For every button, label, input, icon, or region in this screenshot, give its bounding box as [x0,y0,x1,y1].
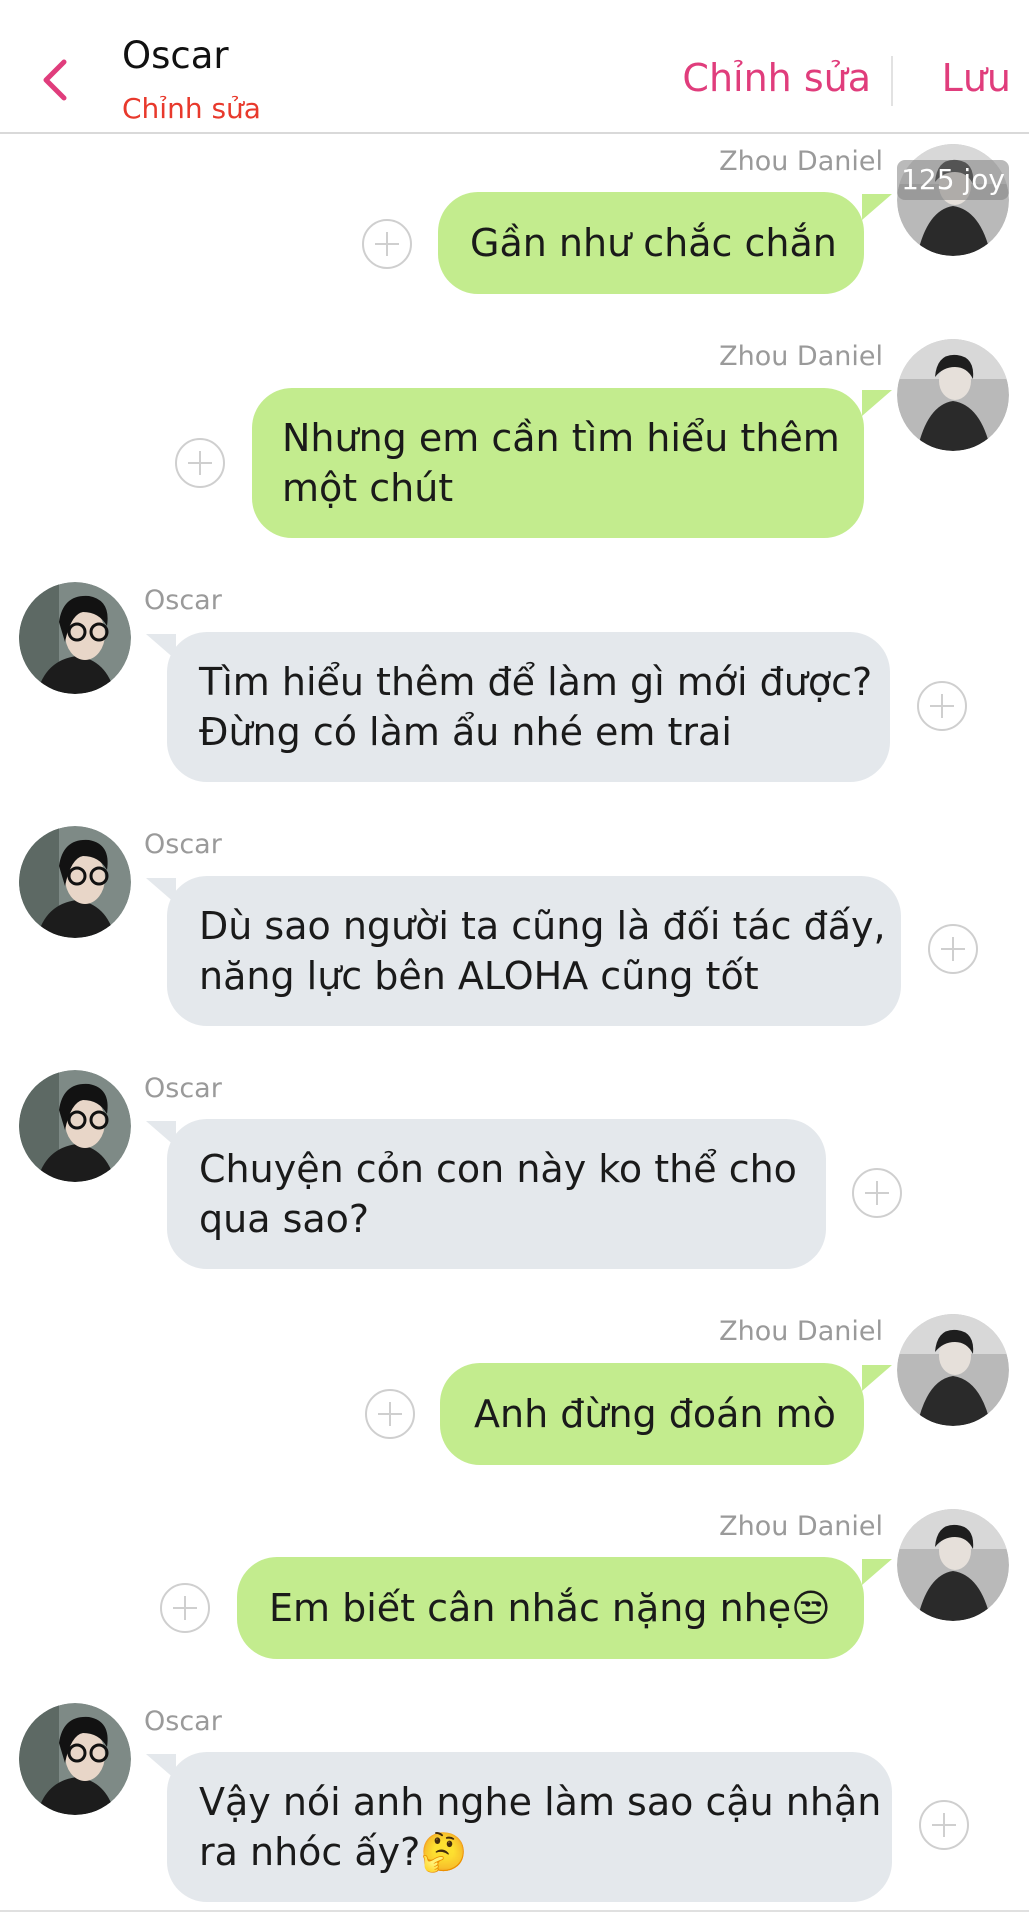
sender-name: Oscar [144,1706,222,1737]
avatar-oscar[interactable] [19,1070,131,1182]
sender-name: Oscar [144,1073,222,1104]
chat-subtitle: Chỉnh sửa [122,92,261,125]
add-reaction-icon[interactable] [365,1389,415,1439]
sender-name: Zhou Daniel [719,341,883,372]
back-button[interactable] [30,52,80,108]
avatar-oscar[interactable] [19,826,131,938]
bubble-tail [862,1365,892,1391]
avatar-oscar[interactable] [19,582,131,694]
save-button[interactable]: Lưu [942,56,1011,100]
message-bubble-outgoing[interactable]: Nhưng em cần tìm hiểu thêm một chút [252,388,864,538]
edit-button[interactable]: Chỉnh sửa [682,56,871,100]
sender-name: Zhou Daniel [719,1511,883,1542]
avatar-zhou-daniel[interactable] [897,1314,1009,1426]
chevron-left-icon [43,59,67,101]
message-bubble-outgoing[interactable]: Gần như chắc chắn [438,192,864,294]
sender-name: Zhou Daniel [719,146,883,177]
message-bubble-incoming[interactable]: Tìm hiểu thêm để làm gì mới được? Đừng c… [167,632,890,782]
message-bubble-outgoing[interactable]: Anh đừng đoán mò [440,1363,864,1465]
sender-name: Oscar [144,829,222,860]
sender-name: Oscar [144,585,222,616]
chat-title: Oscar [122,34,229,77]
bubble-tail [862,194,892,220]
add-reaction-icon[interactable] [928,924,978,974]
add-reaction-icon[interactable] [852,1168,902,1218]
add-reaction-icon[interactable] [362,219,412,269]
add-reaction-icon[interactable] [917,681,967,731]
chat-screen: Oscar Chỉnh sửa Chỉnh sửa Lưu Zhou Danie… [0,0,1029,1920]
add-reaction-icon[interactable] [175,438,225,488]
message-bubble-outgoing[interactable]: Em biết cân nhắc nặng nhẹ😒 [237,1557,864,1659]
message-bubble-incoming[interactable]: Vậy nói anh nghe làm sao cậu nhận ra nhó… [167,1752,892,1902]
message-bubble-incoming[interactable]: Chuyện cỏn con này ko thể cho qua sao? [167,1119,826,1269]
bottom-divider [0,1910,1029,1912]
avatar-zhou-daniel[interactable] [897,1509,1009,1621]
bubble-tail [862,390,892,416]
joy-badge: 125 joy [897,160,1009,200]
avatar-zhou-daniel[interactable] [897,339,1009,451]
avatar-oscar[interactable] [19,1703,131,1815]
sender-name: Zhou Daniel [719,1316,883,1347]
header-bar: Oscar Chỉnh sửa Chỉnh sửa Lưu [0,0,1029,134]
bubble-tail [862,1559,892,1585]
add-reaction-icon[interactable] [919,1800,969,1850]
header-divider [891,56,893,106]
add-reaction-icon[interactable] [160,1583,210,1633]
message-bubble-incoming[interactable]: Dù sao người ta cũng là đối tác đấy, năn… [167,876,901,1026]
